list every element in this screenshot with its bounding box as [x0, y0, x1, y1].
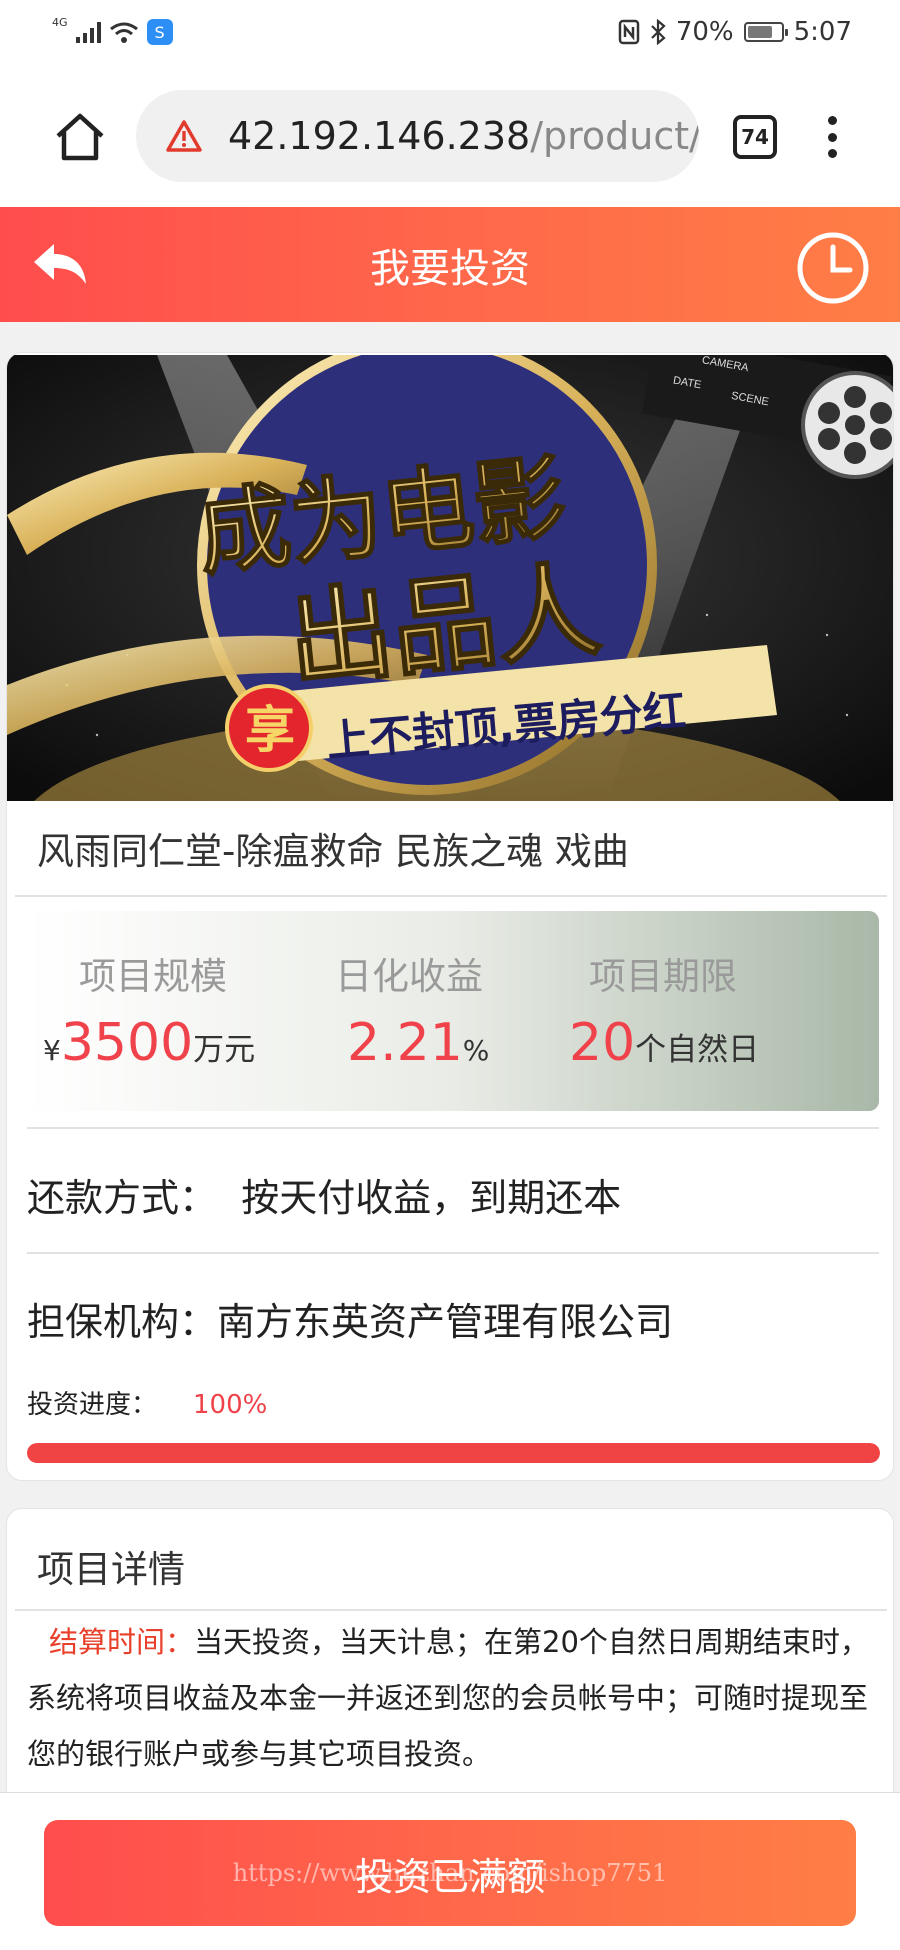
url-host: 42.192.146.238 [228, 114, 531, 158]
bottom-action-bar: 投资已满额 https://www.huzhan.com/ishop7751 [0, 1792, 900, 1950]
details-title: 项目详情 [37, 1548, 185, 1591]
scale-unit: 万元 [193, 1032, 256, 1068]
network-type: 4G [52, 15, 68, 29]
tab-switcher-button[interactable]: 74 [733, 115, 777, 159]
scale-value-group: ¥3500万元 [43, 1013, 255, 1073]
address-bar[interactable]: 42.192.146.238 /product/ [136, 90, 699, 182]
status-left: 4G S [52, 15, 173, 45]
status-right: 70% 5:07 [618, 17, 852, 47]
home-icon[interactable] [54, 112, 106, 162]
yield-label: 日化收益 [335, 955, 483, 998]
details-text: 结算时间：当天投资，当天计息；在第20个自然日周期结束时，系统将项目收益及本金一… [27, 1614, 877, 1782]
term-label: 项目期限 [589, 955, 737, 998]
product-name: 风雨同仁堂-除瘟救命 民族之魂 戏曲 [37, 830, 629, 873]
term-value-group: 20个自然日 [569, 1013, 759, 1073]
progress-value: 100% [193, 1390, 268, 1420]
project-details-card: 项目详情 结算时间：当天投资，当天计息；在第20个自然日周期结束时，系统将项目收… [6, 1508, 894, 1808]
history-clock-icon[interactable] [796, 231, 870, 305]
back-arrow-icon[interactable] [30, 240, 90, 290]
product-banner-image: CAMERA DATE SCENE 成为电影 出品人 享 上不封顶,票房分红 [7, 355, 893, 801]
invest-full-button[interactable]: 投资已满额 https://www.huzhan.com/ishop7751 [44, 1820, 856, 1926]
yield-value: 2.21 [347, 1013, 463, 1073]
clock-time: 5:07 [793, 17, 852, 47]
app-notification-icon: S [146, 19, 173, 45]
watermark-text: https://www.huzhan.com/ishop7751 [232, 1859, 668, 1887]
product-card: CAMERA DATE SCENE 成为电影 出品人 享 上不封顶,票房分红 风… [6, 352, 894, 1481]
progress-row: 投资进度： 100% [27, 1384, 267, 1421]
guarantor-value: 南方东英资产管理有限公司 [217, 1300, 674, 1344]
term-value: 20 [569, 1013, 636, 1073]
yield-unit: % [462, 1034, 490, 1067]
divider [15, 1609, 887, 1611]
guarantor-row: 担保机构：南方东英资产管理有限公司 [27, 1291, 673, 1346]
signal-icon [75, 21, 101, 43]
product-stats-panel: 项目规模 日化收益 项目期限 ¥3500万元 2.21% 20个自然日 [27, 911, 879, 1111]
wifi-icon [109, 22, 138, 43]
repayment-label: 还款方式： [27, 1176, 218, 1220]
status-bar: 4G S 70% 5:07 [0, 0, 900, 64]
battery-icon [743, 22, 788, 42]
guarantor-label: 担保机构： [27, 1300, 218, 1344]
divider [27, 1252, 879, 1254]
url-path: /product/ [530, 114, 699, 158]
browser-toolbar: 42.192.146.238 /product/ 74 [0, 64, 900, 207]
divider [15, 895, 887, 897]
bluetooth-icon [651, 19, 666, 45]
battery-percent: 70% [675, 17, 734, 47]
progress-bar [27, 1443, 880, 1463]
banner-badge: 享 [245, 701, 295, 759]
term-unit: 个自然日 [635, 1032, 760, 1068]
more-menu-icon[interactable] [826, 116, 838, 158]
repayment-value: 按天付收益，到期还本 [241, 1176, 622, 1220]
divider [27, 1127, 879, 1129]
scale-value: 3500 [60, 1013, 194, 1073]
nfc-icon [618, 19, 640, 45]
yield-value-group: 2.21% [347, 1013, 489, 1073]
progress-label: 投资进度： [27, 1390, 158, 1420]
progress-bar-fill [27, 1443, 880, 1463]
repayment-row: 还款方式： 按天付收益，到期还本 [27, 1167, 621, 1222]
app-header: 我要投资 [0, 207, 900, 322]
settle-time-label: 结算时间： [49, 1625, 195, 1659]
currency-symbol: ¥ [43, 1034, 61, 1067]
scale-label: 项目规模 [79, 955, 227, 998]
page-title: 我要投资 [370, 245, 530, 292]
warning-icon[interactable] [166, 119, 202, 153]
